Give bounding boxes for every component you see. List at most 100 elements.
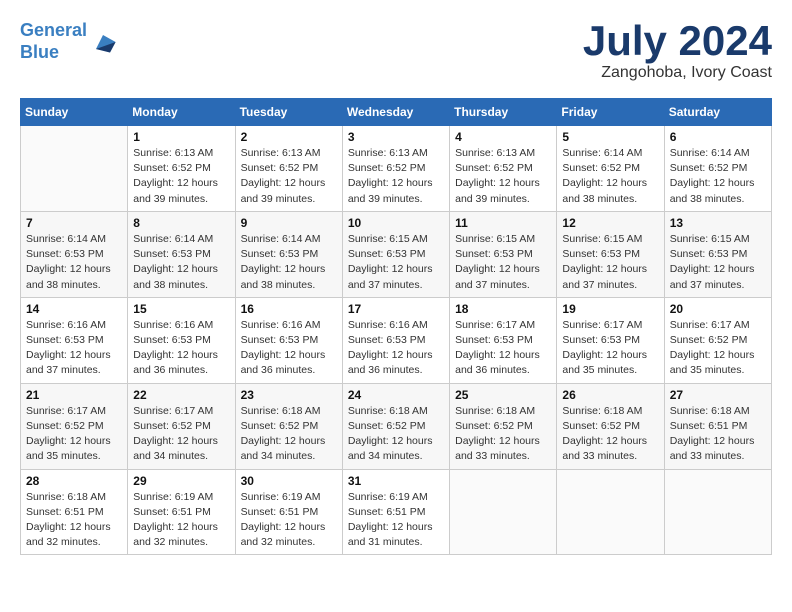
day-info: Sunrise: 6:18 AM Sunset: 6:51 PM Dayligh…	[670, 404, 766, 465]
calendar-week-row: 7 Sunrise: 6:14 AM Sunset: 6:53 PM Daylig…	[21, 211, 772, 297]
day-number: 1	[133, 130, 229, 144]
day-info: Sunrise: 6:16 AM Sunset: 6:53 PM Dayligh…	[241, 318, 337, 379]
calendar-cell: 26Sunrise: 6:18 AM Sunset: 6:52 PM Dayli…	[557, 383, 664, 469]
day-info: Sunrise: 6:15 AM Sunset: 6:53 PM Dayligh…	[348, 232, 444, 293]
calendar-cell: 11Sunrise: 6:15 AM Sunset: 6:53 PM Dayli…	[450, 211, 557, 297]
logo-line1: General	[20, 20, 87, 40]
day-info: Sunrise: 6:14 AM Sunset: 6:52 PM Dayligh…	[562, 146, 658, 207]
day-info: Sunrise: 6:14 AM Sunset: 6:52 PM Dayligh…	[670, 146, 766, 207]
day-info: Sunrise: 6:14 AM Sunset: 6:53 PM Dayligh…	[26, 232, 122, 293]
day-info: Sunrise: 6:16 AM Sunset: 6:53 PM Dayligh…	[348, 318, 444, 379]
calendar-cell: 17 Sunrise: 6:16 AM Sunset: 6:53 PM Dayli…	[342, 297, 449, 383]
day-info: Sunrise: 6:17 AM Sunset: 6:53 PM Dayligh…	[455, 318, 551, 379]
day-info: Sunrise: 6:19 AM Sunset: 6:51 PM Dayligh…	[348, 490, 444, 551]
day-number: 4	[455, 130, 551, 144]
day-number: 13	[670, 216, 766, 230]
day-number: 7	[26, 216, 122, 230]
calendar-week-row: 14 Sunrise: 6:16 AM Sunset: 6:53 PM Dayli…	[21, 297, 772, 383]
day-number: 31	[348, 474, 444, 488]
month-title: July 2024	[583, 20, 772, 62]
calendar-cell: 9 Sunrise: 6:14 AM Sunset: 6:53 PM Daylig…	[235, 211, 342, 297]
day-header-wednesday: Wednesday	[342, 99, 449, 126]
day-number: 24	[348, 388, 444, 402]
day-number: 3	[348, 130, 444, 144]
day-number: 26	[562, 388, 658, 402]
calendar-cell: 10 Sunrise: 6:15 AM Sunset: 6:53 PM Dayli…	[342, 211, 449, 297]
day-header-saturday: Saturday	[664, 99, 771, 126]
day-number: 6	[670, 130, 766, 144]
calendar-cell: 12Sunrise: 6:15 AM Sunset: 6:53 PM Dayli…	[557, 211, 664, 297]
day-header-sunday: Sunday	[21, 99, 128, 126]
calendar-cell: 5 Sunrise: 6:14 AM Sunset: 6:52 PM Daylig…	[557, 126, 664, 212]
calendar-cell: 28Sunrise: 6:18 AM Sunset: 6:51 PM Dayli…	[21, 469, 128, 555]
day-number: 10	[348, 216, 444, 230]
day-number: 11	[455, 216, 551, 230]
calendar-cell: 2Sunrise: 6:13 AM Sunset: 6:52 PM Daylig…	[235, 126, 342, 212]
calendar-week-row: 21 Sunrise: 6:17 AM Sunset: 6:52 PM Dayli…	[21, 383, 772, 469]
logo-text: General Blue	[20, 20, 87, 63]
day-info: Sunrise: 6:16 AM Sunset: 6:53 PM Dayligh…	[133, 318, 229, 379]
day-info: Sunrise: 6:13 AM Sunset: 6:52 PM Dayligh…	[455, 146, 551, 207]
day-info: Sunrise: 6:13 AM Sunset: 6:52 PM Dayligh…	[133, 146, 229, 207]
calendar-cell: 4 Sunrise: 6:13 AM Sunset: 6:52 PM Daylig…	[450, 126, 557, 212]
page-header: General Blue July 2024 Zangohoba, Ivory …	[20, 20, 772, 82]
calendar-cell	[450, 469, 557, 555]
day-info: Sunrise: 6:17 AM Sunset: 6:53 PM Dayligh…	[562, 318, 658, 379]
calendar-cell: 8Sunrise: 6:14 AM Sunset: 6:53 PM Daylig…	[128, 211, 235, 297]
calendar-header-row: SundayMondayTuesdayWednesdayThursdayFrid…	[21, 99, 772, 126]
day-number: 16	[241, 302, 337, 316]
day-info: Sunrise: 6:15 AM Sunset: 6:53 PM Dayligh…	[562, 232, 658, 293]
day-info: Sunrise: 6:17 AM Sunset: 6:52 PM Dayligh…	[26, 404, 122, 465]
calendar-cell: 24Sunrise: 6:18 AM Sunset: 6:52 PM Dayli…	[342, 383, 449, 469]
calendar-cell	[664, 469, 771, 555]
day-header-friday: Friday	[557, 99, 664, 126]
calendar-cell: 19Sunrise: 6:17 AM Sunset: 6:53 PM Dayli…	[557, 297, 664, 383]
day-info: Sunrise: 6:13 AM Sunset: 6:52 PM Dayligh…	[241, 146, 337, 207]
day-number: 29	[133, 474, 229, 488]
day-number: 23	[241, 388, 337, 402]
day-number: 22	[133, 388, 229, 402]
day-number: 21	[26, 388, 122, 402]
calendar-cell: 14 Sunrise: 6:16 AM Sunset: 6:53 PM Dayli…	[21, 297, 128, 383]
calendar-cell: 20 Sunrise: 6:17 AM Sunset: 6:52 PM Dayli…	[664, 297, 771, 383]
logo: General Blue	[20, 20, 117, 63]
calendar-cell: 1 Sunrise: 6:13 AM Sunset: 6:52 PM Daylig…	[128, 126, 235, 212]
day-number: 27	[670, 388, 766, 402]
calendar-cell: 23 Sunrise: 6:18 AM Sunset: 6:52 PM Dayli…	[235, 383, 342, 469]
day-number: 15	[133, 302, 229, 316]
title-block: July 2024 Zangohoba, Ivory Coast	[583, 20, 772, 82]
calendar-cell: 7 Sunrise: 6:14 AM Sunset: 6:53 PM Daylig…	[21, 211, 128, 297]
calendar-cell: 18Sunrise: 6:17 AM Sunset: 6:53 PM Dayli…	[450, 297, 557, 383]
logo-line2: Blue	[20, 42, 59, 62]
day-number: 17	[348, 302, 444, 316]
day-info: Sunrise: 6:19 AM Sunset: 6:51 PM Dayligh…	[133, 490, 229, 551]
day-number: 14	[26, 302, 122, 316]
day-info: Sunrise: 6:16 AM Sunset: 6:53 PM Dayligh…	[26, 318, 122, 379]
calendar-cell: 30Sunrise: 6:19 AM Sunset: 6:51 PM Dayli…	[235, 469, 342, 555]
day-info: Sunrise: 6:13 AM Sunset: 6:52 PM Dayligh…	[348, 146, 444, 207]
calendar-table: SundayMondayTuesdayWednesdayThursdayFrid…	[20, 98, 772, 555]
calendar-cell	[557, 469, 664, 555]
day-info: Sunrise: 6:17 AM Sunset: 6:52 PM Dayligh…	[670, 318, 766, 379]
day-info: Sunrise: 6:18 AM Sunset: 6:52 PM Dayligh…	[241, 404, 337, 465]
logo-icon	[89, 28, 117, 56]
location-title: Zangohoba, Ivory Coast	[583, 64, 772, 82]
day-info: Sunrise: 6:14 AM Sunset: 6:53 PM Dayligh…	[241, 232, 337, 293]
calendar-cell: 13Sunrise: 6:15 AM Sunset: 6:53 PM Dayli…	[664, 211, 771, 297]
day-info: Sunrise: 6:17 AM Sunset: 6:52 PM Dayligh…	[133, 404, 229, 465]
calendar-week-row: 1 Sunrise: 6:13 AM Sunset: 6:52 PM Daylig…	[21, 126, 772, 212]
day-number: 20	[670, 302, 766, 316]
day-info: Sunrise: 6:18 AM Sunset: 6:52 PM Dayligh…	[455, 404, 551, 465]
calendar-cell: 6 Sunrise: 6:14 AM Sunset: 6:52 PM Daylig…	[664, 126, 771, 212]
day-number: 30	[241, 474, 337, 488]
calendar-cell: 22 Sunrise: 6:17 AM Sunset: 6:52 PM Dayli…	[128, 383, 235, 469]
calendar-cell: 25Sunrise: 6:18 AM Sunset: 6:52 PM Dayli…	[450, 383, 557, 469]
day-info: Sunrise: 6:14 AM Sunset: 6:53 PM Dayligh…	[133, 232, 229, 293]
day-info: Sunrise: 6:18 AM Sunset: 6:51 PM Dayligh…	[26, 490, 122, 551]
calendar-cell: 3 Sunrise: 6:13 AM Sunset: 6:52 PM Daylig…	[342, 126, 449, 212]
day-number: 9	[241, 216, 337, 230]
calendar-cell: 31 Sunrise: 6:19 AM Sunset: 6:51 PM Dayli…	[342, 469, 449, 555]
day-number: 5	[562, 130, 658, 144]
calendar-cell: 27 Sunrise: 6:18 AM Sunset: 6:51 PM Dayli…	[664, 383, 771, 469]
calendar-cell: 16 Sunrise: 6:16 AM Sunset: 6:53 PM Dayli…	[235, 297, 342, 383]
